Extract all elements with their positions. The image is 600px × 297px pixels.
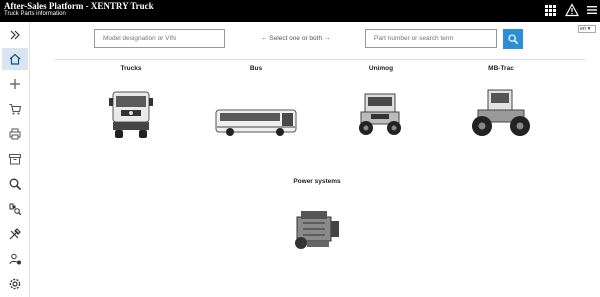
divider bbox=[55, 59, 585, 60]
search-button[interactable] bbox=[503, 29, 523, 49]
category-label: Power systems bbox=[293, 178, 341, 185]
app-title: After-Sales Platform - XENTRY Truck bbox=[4, 1, 154, 11]
search-icon[interactable] bbox=[2, 173, 28, 195]
language-value: en bbox=[580, 26, 587, 32]
menu-icon[interactable] bbox=[585, 3, 599, 17]
language-select[interactable]: en ▾ bbox=[578, 25, 596, 33]
settings-icon[interactable] bbox=[2, 273, 28, 295]
search-icon bbox=[508, 34, 519, 45]
top-bar: After-Sales Platform - XENTRY Truck Truc… bbox=[0, 0, 600, 22]
category-trucks[interactable]: Trucks bbox=[91, 65, 171, 146]
category-label: Bus bbox=[249, 65, 263, 72]
bus-image bbox=[215, 109, 297, 136]
printer-icon[interactable] bbox=[2, 123, 28, 145]
category-label: Trucks bbox=[120, 65, 142, 72]
unimog-image bbox=[359, 93, 401, 135]
warning-icon[interactable] bbox=[564, 3, 580, 17]
parts-search-icon[interactable] bbox=[2, 198, 28, 220]
category-label: Unimog bbox=[368, 65, 394, 72]
part-number-input[interactable] bbox=[365, 29, 497, 48]
tractor-image bbox=[472, 89, 530, 136]
truck-image bbox=[109, 91, 153, 138]
main-content: en ▾ ← Select one or both → Trucks Bus bbox=[31, 22, 600, 297]
grid-icon[interactable] bbox=[543, 3, 557, 17]
cart-icon[interactable] bbox=[2, 98, 28, 120]
category-bus[interactable]: Bus bbox=[211, 65, 301, 146]
category-power-systems[interactable]: Power systems bbox=[277, 178, 357, 257]
category-mb-trac[interactable]: MB-Trac bbox=[461, 65, 541, 146]
category-label: MB-Trac bbox=[488, 65, 514, 72]
category-unimog[interactable]: Unimog bbox=[345, 65, 417, 146]
selection-hint: ← Select one or both → bbox=[261, 35, 331, 42]
vin-input[interactable] bbox=[94, 29, 225, 48]
home-icon[interactable] bbox=[2, 48, 28, 70]
app-subtitle: Truck Parts information bbox=[4, 11, 66, 17]
tools-icon[interactable] bbox=[2, 223, 28, 245]
engine-image bbox=[295, 211, 339, 249]
expand-chevrons-icon[interactable] bbox=[2, 24, 28, 46]
archive-icon[interactable] bbox=[2, 148, 28, 170]
sidebar bbox=[0, 22, 30, 297]
plus-icon[interactable] bbox=[2, 73, 28, 95]
user-info-icon[interactable] bbox=[2, 248, 28, 270]
